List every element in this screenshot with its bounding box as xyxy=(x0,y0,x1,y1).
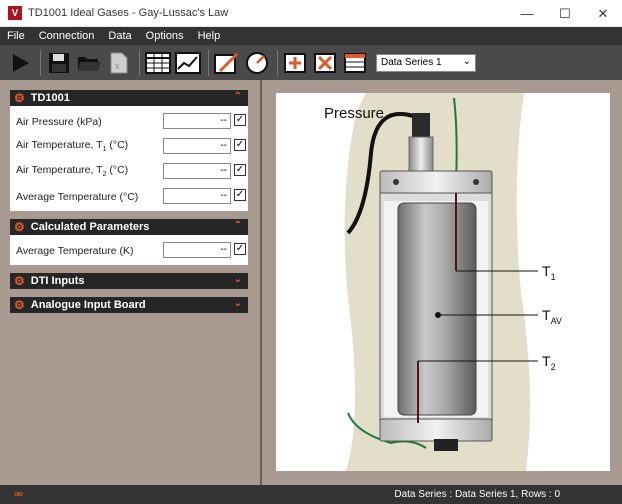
gear-icon: ⚙ xyxy=(14,274,25,288)
param-label: Air Temperature, T1 (°C) xyxy=(16,139,129,154)
menu-options[interactable]: Options xyxy=(139,30,191,42)
param-row-air-pressure: Air Pressure (kPa) -- ✓ xyxy=(10,109,248,134)
chart-icon[interactable] xyxy=(174,49,202,77)
open-folder-icon[interactable] xyxy=(75,49,103,77)
t1-label: T1 xyxy=(542,263,556,282)
app-logo-icon: V xyxy=(8,6,22,20)
gas-chamber xyxy=(397,202,477,416)
diagram-panel: Pressure T1 TAV T2 xyxy=(260,80,622,485)
usb-icon: ⚮ xyxy=(14,489,24,501)
menu-help[interactable]: Help xyxy=(191,30,228,42)
chevron-down-icon: ⌄ xyxy=(462,55,471,67)
close-button[interactable]: ✕ xyxy=(584,0,622,27)
apparatus-diagram: Pressure T1 TAV T2 xyxy=(276,93,610,471)
param-row-air-temp-t2: Air Temperature, T2 (°C) -- ✓ xyxy=(10,159,248,184)
param-value-field: -- xyxy=(163,138,231,154)
table-icon[interactable] xyxy=(144,49,172,77)
section-header-td1001[interactable]: ⚙ TD1001 ⌃ xyxy=(10,90,248,106)
data-series-select[interactable]: Data Series 1 ⌄ xyxy=(376,53,476,72)
toolbar-divider xyxy=(139,49,140,76)
collapse-icon[interactable]: ⌃ xyxy=(234,220,242,231)
param-value-field: -- xyxy=(163,188,231,204)
param-label: Average Temperature (K) xyxy=(16,244,134,257)
param-checkbox[interactable]: ✓ xyxy=(234,114,246,126)
series-table-icon[interactable] xyxy=(342,49,370,77)
add-series-icon[interactable] xyxy=(282,49,310,77)
menu-bar: File Connection Data Options Help xyxy=(0,27,622,45)
param-label: Average Temperature (°C) xyxy=(16,190,139,203)
export-excel-icon[interactable]: x xyxy=(105,49,133,77)
section-title: DTI Inputs xyxy=(30,275,85,287)
pressure-sensor xyxy=(408,136,434,174)
menu-file[interactable]: File xyxy=(0,30,32,42)
toolbar-divider xyxy=(208,49,209,76)
apparatus-illustration: Pressure T1 TAV T2 xyxy=(324,93,562,471)
param-checkbox[interactable]: ✓ xyxy=(234,189,246,201)
param-row-air-temp-t1: Air Temperature, T1 (°C) -- ✓ xyxy=(10,134,248,159)
param-value-field: -- xyxy=(163,242,231,258)
section-dti: ⚙ DTI Inputs ⌄ xyxy=(10,273,248,289)
bottom-plate xyxy=(379,418,493,442)
section-header-dti[interactable]: ⚙ DTI Inputs ⌄ xyxy=(10,273,248,289)
section-title: Analogue Input Board xyxy=(30,299,146,311)
tav-label: TAV xyxy=(542,307,562,326)
expand-icon[interactable]: ⌄ xyxy=(234,274,242,285)
section-body-td1001: Air Pressure (kPa) -- ✓ Air Temperature,… xyxy=(10,106,248,211)
maximize-button[interactable]: ☐ xyxy=(546,0,584,27)
delete-series-icon[interactable] xyxy=(312,49,340,77)
save-icon[interactable] xyxy=(45,49,73,77)
toolbar-divider xyxy=(40,49,41,76)
param-checkbox[interactable]: ✓ xyxy=(234,139,246,151)
collapse-icon[interactable]: ⌃ xyxy=(234,91,242,102)
section-title: Calculated Parameters xyxy=(30,221,150,233)
svg-text:x: x xyxy=(115,61,120,71)
param-row-average-temp-k: Average Temperature (K) -- ✓ xyxy=(10,238,248,263)
menu-data[interactable]: Data xyxy=(101,30,138,42)
param-label: Air Pressure (kPa) xyxy=(16,115,102,128)
edit-chart-icon[interactable] xyxy=(213,49,241,77)
param-value-field: -- xyxy=(163,163,231,179)
section-analogue: ⚙ Analogue Input Board ⌄ xyxy=(10,297,248,313)
data-series-select-value: Data Series 1 xyxy=(381,57,442,68)
play-icon[interactable] xyxy=(6,49,34,77)
section-calculated: ⚙ Calculated Parameters ⌃ Average Temper… xyxy=(10,219,248,265)
title-bar: V TD1001 Ideal Gases - Gay-Lussac's Law … xyxy=(0,0,622,27)
minimize-button[interactable]: — xyxy=(508,0,546,27)
param-value-field: -- xyxy=(163,113,231,129)
expand-icon[interactable]: ⌄ xyxy=(234,298,242,309)
param-checkbox[interactable]: ✓ xyxy=(234,164,246,176)
param-checkbox[interactable]: ✓ xyxy=(234,243,246,255)
gauge-icon[interactable] xyxy=(243,49,271,77)
left-panel: ⚙ TD1001 ⌃ Air Pressure (kPa) -- ✓ Air T… xyxy=(10,90,248,321)
pressure-label: Pressure xyxy=(324,105,384,122)
menu-connection[interactable]: Connection xyxy=(32,30,102,42)
window-title: TD1001 Ideal Gases - Gay-Lussac's Law xyxy=(28,7,229,19)
section-td1001: ⚙ TD1001 ⌃ Air Pressure (kPa) -- ✓ Air T… xyxy=(10,90,248,211)
section-header-calculated[interactable]: ⚙ Calculated Parameters ⌃ xyxy=(10,219,248,235)
section-body-calculated: Average Temperature (K) -- ✓ xyxy=(10,235,248,265)
param-row-average-temp: Average Temperature (°C) -- ✓ xyxy=(10,184,248,209)
toolbar: x Data Series 1 ⌄ xyxy=(0,45,622,80)
param-label: Air Temperature, T2 (°C) xyxy=(16,164,129,179)
toolbar-divider xyxy=(277,49,278,76)
section-title: TD1001 xyxy=(30,92,70,104)
gear-icon: ⚙ xyxy=(14,91,25,105)
sensor-cap xyxy=(412,113,430,139)
t2-label: T2 xyxy=(542,353,556,372)
gear-icon: ⚙ xyxy=(14,220,25,234)
section-header-analogue[interactable]: ⚙ Analogue Input Board ⌄ xyxy=(10,297,248,313)
status-bar: ⚮ Data Series : Data Series 1, Rows : 0 xyxy=(0,485,622,504)
status-text: Data Series : Data Series 1, Rows : 0 xyxy=(394,489,560,500)
bottom-fitting xyxy=(434,439,458,451)
gear-icon: ⚙ xyxy=(14,298,25,312)
